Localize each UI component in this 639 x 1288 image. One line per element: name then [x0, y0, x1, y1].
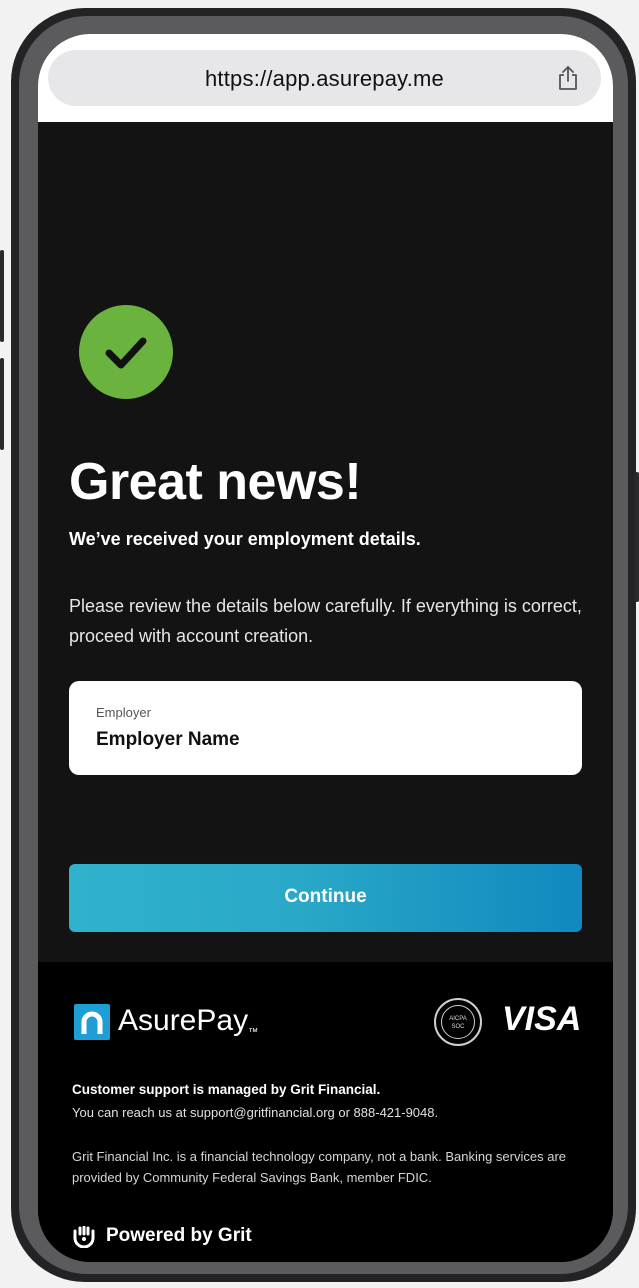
browser-address-bar: https://app.asurepay.me	[38, 34, 613, 122]
visa-logo: VISA	[502, 1000, 582, 1038]
instructions-text: Please review the details below carefull…	[69, 596, 582, 646]
share-icon[interactable]	[557, 65, 579, 91]
url-text: https://app.asurepay.me	[205, 66, 444, 91]
employer-field[interactable]: Employer Employer Name	[69, 681, 582, 775]
banking-disclaimer: Grit Financial Inc. is a financial techn…	[72, 1149, 567, 1185]
support-title: Customer support is managed by Grit Fina…	[72, 1082, 381, 1097]
continue-button[interactable]: Continue	[69, 864, 582, 932]
url-field[interactable]: https://app.asurepay.me	[48, 50, 601, 106]
footer: AsurePay™ AICPA SOC VISA Customer support…	[38, 962, 613, 1262]
phone-side-button	[635, 472, 639, 602]
brand-trademark: ™	[248, 1027, 259, 1038]
checkmark-circle-icon	[79, 305, 173, 399]
asurepay-logo-icon	[74, 1004, 110, 1040]
soc-badge-inner: AICPA SOC	[441, 1005, 475, 1039]
soc-badge-bottom: SOC	[451, 1024, 465, 1030]
phone-side-button	[0, 358, 4, 450]
employer-field-value: Employer Name	[96, 729, 240, 750]
employer-field-label: Employer	[96, 705, 151, 720]
soc-badge-text: AICPA SOC	[442, 1015, 474, 1031]
continue-button-label: Continue	[284, 886, 367, 907]
page-title: Great news!	[69, 453, 362, 511]
phone-side-button	[0, 250, 4, 342]
asurepay-wordmark: AsurePay™	[118, 1004, 258, 1038]
brand-name: AsurePay	[118, 1004, 249, 1037]
powered-by-text: Powered by Grit	[106, 1225, 252, 1246]
grit-logo-icon	[73, 1226, 95, 1248]
soc-badge-top: AICPA	[449, 1016, 467, 1022]
main-content: Great news! We’ve received your employme…	[38, 122, 613, 962]
page-subtitle: We’ve received your employment details.	[69, 529, 421, 549]
support-contact: You can reach us at support@gritfinancia…	[72, 1105, 439, 1120]
phone-screen: https://app.asurepay.me Great news! We’v…	[38, 34, 613, 1262]
aicpa-soc-badge-icon: AICPA SOC	[434, 998, 482, 1046]
